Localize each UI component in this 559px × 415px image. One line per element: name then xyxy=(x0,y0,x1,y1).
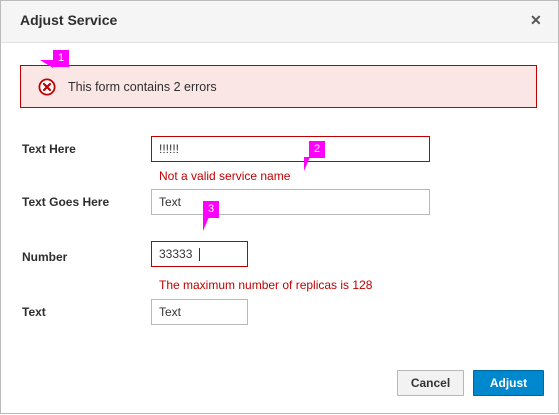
text-cursor xyxy=(199,248,200,261)
text-here-error: Not a valid service name xyxy=(159,169,291,183)
callout-1: 1 xyxy=(53,50,69,67)
close-icon[interactable]: ✕ xyxy=(530,12,542,29)
callout-3: 3 xyxy=(203,201,219,218)
text-input[interactable] xyxy=(151,299,248,325)
text-goes-here-input[interactable] xyxy=(151,189,430,215)
text-here-label: Text Here xyxy=(22,142,76,156)
callout-2-pointer xyxy=(304,157,310,171)
text-label: Text xyxy=(22,305,46,319)
dialog-header: Adjust Service ✕ xyxy=(1,1,558,43)
error-alert: This form contains 2 errors xyxy=(20,65,537,108)
alert-message: This form contains 2 errors xyxy=(68,80,217,94)
adjust-service-dialog: Adjust Service ✕ This form contains 2 er… xyxy=(0,0,559,414)
cancel-button[interactable]: Cancel xyxy=(397,370,464,396)
error-circle-icon xyxy=(38,78,56,96)
callout-3-pointer xyxy=(203,217,209,231)
dialog-title: Adjust Service xyxy=(20,12,118,28)
callout-2: 2 xyxy=(309,141,325,158)
number-label: Number xyxy=(22,250,68,264)
number-error: The maximum number of replicas is 128 xyxy=(159,278,373,292)
adjust-button[interactable]: Adjust xyxy=(473,370,544,396)
callout-1-pointer xyxy=(40,60,53,68)
text-here-input[interactable] xyxy=(151,136,430,162)
text-goes-here-label: Text Goes Here xyxy=(22,195,110,209)
